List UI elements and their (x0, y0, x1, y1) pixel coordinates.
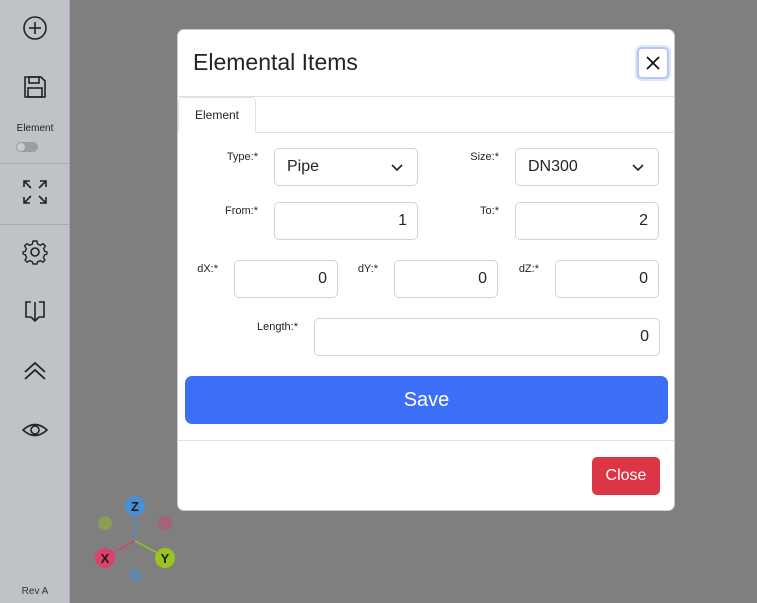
dy-input[interactable]: 0 (394, 260, 498, 298)
axis-gizmo[interactable]: Z X Y (88, 492, 188, 592)
revision-label: Rev A (21, 586, 49, 597)
collapse-button[interactable] (14, 351, 56, 391)
to-input[interactable]: 2 (515, 202, 659, 240)
dialog-tabs: Element (178, 97, 674, 133)
dialog-title: Elemental Items (193, 49, 358, 75)
left-toolbar: Element Rev A (0, 0, 70, 603)
eye-icon (22, 423, 48, 437)
dialog-header: Elemental Items (178, 30, 674, 97)
dialog-footer: Close (178, 440, 674, 512)
to-label: To:* (480, 205, 499, 217)
sidebar-divider (0, 224, 70, 225)
fit-view-button[interactable] (14, 172, 56, 212)
sidebar-divider (0, 163, 70, 164)
size-label: Size:* (470, 151, 499, 163)
close-button[interactable]: Close (592, 457, 660, 495)
length-label: Length:* (257, 321, 298, 333)
elemental-items-dialog: Elemental Items Element Type:* Pipe Size… (177, 29, 675, 511)
neg-z-axis-dot[interactable] (128, 568, 142, 582)
gear-icon (22, 240, 48, 265)
save-icon (24, 76, 46, 98)
chevron-down-icon (632, 164, 644, 172)
save-button[interactable]: Save (185, 376, 668, 424)
dy-label: dY:* (357, 263, 378, 275)
visibility-button[interactable] (14, 410, 56, 450)
double-chevron-up-icon (24, 361, 46, 380)
from-input[interactable]: 1 (274, 202, 418, 240)
neg-x-axis-dot[interactable] (158, 516, 172, 530)
type-select-value: Pipe (287, 158, 320, 175)
settings-button[interactable] (14, 232, 56, 272)
dz-label: dZ:* (518, 263, 539, 275)
expand-icon (23, 180, 47, 204)
chevron-down-icon (391, 164, 403, 172)
from-label: From:* (225, 205, 258, 217)
size-select[interactable]: DN300 (515, 148, 659, 186)
close-icon (646, 56, 660, 70)
z-axis-label: Z (131, 499, 139, 514)
save-file-button[interactable] (14, 67, 56, 107)
type-select[interactable]: Pipe (274, 148, 418, 186)
element-toggle[interactable] (16, 142, 38, 152)
dialog-close-button[interactable] (637, 47, 669, 79)
neg-y-axis-dot[interactable] (98, 516, 112, 530)
import-button[interactable] (14, 291, 56, 331)
add-circle-icon (23, 16, 47, 40)
dx-label: dX:* (197, 263, 218, 275)
y-axis-label: Y (161, 551, 170, 566)
dz-input[interactable]: 0 (555, 260, 659, 298)
add-button[interactable] (14, 8, 56, 48)
tab-element[interactable]: Element (178, 97, 256, 133)
length-input[interactable]: 0 (314, 318, 660, 356)
dx-input[interactable]: 0 (234, 260, 338, 298)
size-select-value: DN300 (528, 158, 578, 175)
type-label: Type:* (226, 151, 258, 163)
x-axis-label: X (101, 551, 110, 566)
element-toggle-label: Element (16, 123, 54, 134)
download-icon (25, 301, 45, 323)
